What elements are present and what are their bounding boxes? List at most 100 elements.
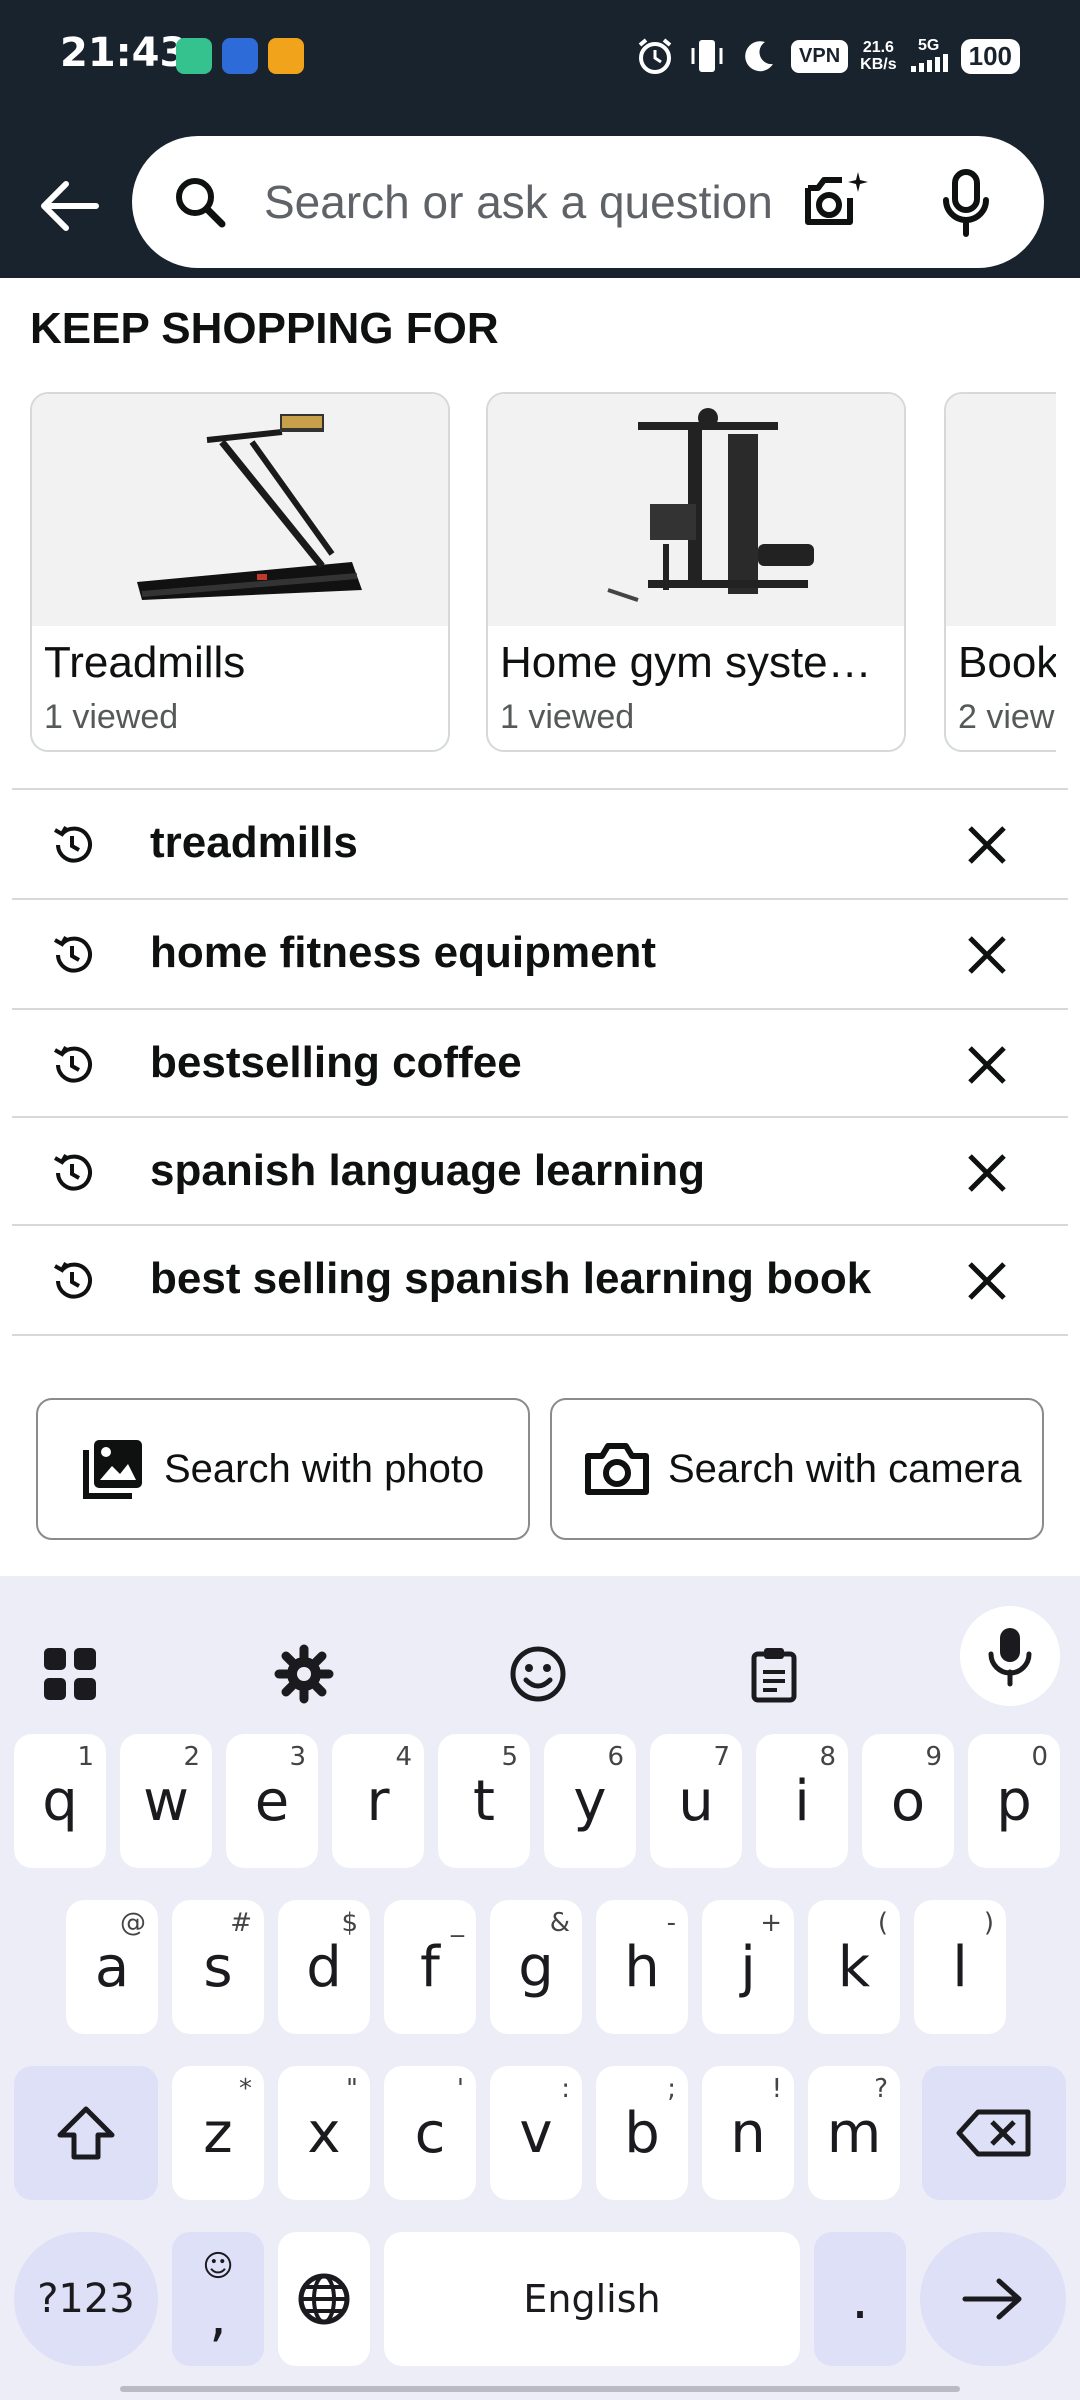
search-with-photo-label: Search with photo xyxy=(164,1446,485,1491)
notification-app-icon xyxy=(222,38,258,74)
key-char: o xyxy=(890,1768,926,1834)
gesture-bar[interactable] xyxy=(120,2386,960,2392)
vpn-badge: VPN xyxy=(791,39,849,73)
search-with-photo-button[interactable]: Search with photo xyxy=(36,1398,530,1540)
key-char: i xyxy=(794,1768,810,1834)
close-x-icon[interactable] xyxy=(962,1148,1012,1198)
key-hint: 0 xyxy=(1031,1742,1048,1772)
key-hint: ; xyxy=(667,2074,676,2104)
history-item[interactable]: spanish language learning xyxy=(12,1116,1068,1226)
key[interactable]: u7 xyxy=(650,1734,742,1868)
key-hint: + xyxy=(760,1908,782,1938)
key[interactable]: l) xyxy=(914,1900,1006,2034)
history-label: home fitness equipment xyxy=(150,928,657,977)
key[interactable]: p0 xyxy=(968,1734,1060,1868)
keep-shopping-card[interactable]: Book 2 view xyxy=(944,392,1056,752)
language-key[interactable] xyxy=(278,2232,370,2366)
key-hint: ( xyxy=(877,1908,888,1938)
comma-key[interactable]: ☺ , xyxy=(172,2232,264,2366)
kb-apps-button[interactable] xyxy=(30,1634,110,1714)
search-bar[interactable] xyxy=(132,136,1044,268)
signal-bars-icon xyxy=(910,53,948,72)
key[interactable]: j + xyxy=(702,1900,794,2034)
camera-sparkle-icon[interactable] xyxy=(800,168,870,234)
shift-key[interactable] xyxy=(14,2066,158,2200)
globe-icon xyxy=(298,2273,350,2325)
key-hint: 1 xyxy=(77,1742,94,1772)
close-x-icon[interactable] xyxy=(962,1040,1012,1090)
key[interactable]: r4 xyxy=(332,1734,424,1868)
history-label: treadmills xyxy=(150,818,358,867)
history-item[interactable]: bestselling coffee xyxy=(12,1008,1068,1118)
backspace-key[interactable] xyxy=(922,2066,1066,2200)
close-x-icon[interactable] xyxy=(962,1256,1012,1306)
card-subtitle: 1 viewed xyxy=(44,698,179,736)
keep-shopping-card[interactable]: Treadmills 1 viewed xyxy=(30,392,450,752)
kb-clipboard-button[interactable] xyxy=(734,1634,814,1714)
battery-indicator: 100 xyxy=(960,38,1020,74)
key[interactable]: a @ xyxy=(66,1900,158,2034)
card-subtitle: 1 viewed xyxy=(500,698,635,736)
keep-shopping-card[interactable]: Home gym syste… 1 viewed xyxy=(486,392,906,752)
key[interactable]: y6 xyxy=(544,1734,636,1868)
key-hint: ) xyxy=(983,1908,994,1938)
key[interactable]: k( xyxy=(808,1900,900,2034)
key[interactable]: g & xyxy=(490,1900,582,2034)
key[interactable]: n! xyxy=(702,2066,794,2200)
key-hint: & xyxy=(549,1908,570,1938)
symbols-key[interactable]: ?123 xyxy=(14,2232,158,2366)
key[interactable]: w2 xyxy=(120,1734,212,1868)
notification-app-icon xyxy=(176,38,212,74)
kb-emoji-button[interactable] xyxy=(498,1634,578,1714)
key-hint: 3 xyxy=(289,1742,306,1772)
close-x-icon[interactable] xyxy=(962,930,1012,980)
key[interactable]: d $ xyxy=(278,1900,370,2034)
kb-settings-button[interactable] xyxy=(264,1634,344,1714)
history-item[interactable]: best selling spanish learning book xyxy=(12,1224,1068,1334)
key[interactable]: e3 xyxy=(226,1734,318,1868)
key[interactable]: x " xyxy=(278,2066,370,2200)
history-item[interactable]: home fitness equipment xyxy=(12,898,1068,1008)
key[interactable]: z * xyxy=(172,2066,264,2200)
clipboard-icon xyxy=(751,1648,797,1703)
key[interactable]: b; xyxy=(596,2066,688,2200)
key[interactable]: m? xyxy=(808,2066,900,2200)
search-with-camera-button[interactable]: Search with camera xyxy=(550,1398,1044,1540)
key[interactable]: h- xyxy=(596,1900,688,2034)
enter-key[interactable] xyxy=(920,2232,1066,2366)
history-clock-icon xyxy=(54,1154,92,1191)
mic-icon[interactable] xyxy=(938,168,994,238)
key-hint: : xyxy=(561,2074,570,2104)
key[interactable]: o9 xyxy=(862,1734,954,1868)
key[interactable]: t5 xyxy=(438,1734,530,1868)
period-key[interactable]: . xyxy=(814,2232,906,2366)
key[interactable]: c ' xyxy=(384,2066,476,2200)
arrow-left-icon xyxy=(41,181,99,231)
net-speed: 21.6 KB/s xyxy=(860,39,896,73)
kb-voice-button[interactable] xyxy=(960,1606,1060,1706)
history-clock-icon xyxy=(54,1262,92,1299)
key[interactable]: v: xyxy=(490,2066,582,2200)
key[interactable]: q1 xyxy=(14,1734,106,1868)
comma-key-label: , xyxy=(209,2284,227,2349)
key[interactable]: i8 xyxy=(756,1734,848,1868)
space-key[interactable]: English xyxy=(384,2232,800,2366)
treadmill-image xyxy=(137,414,362,600)
image-stack-icon xyxy=(83,1440,142,1499)
key-char: c xyxy=(414,2100,446,2166)
key-char: q xyxy=(42,1768,78,1834)
key-char: x xyxy=(307,2100,341,2166)
key-char: l xyxy=(952,1934,968,2000)
key-char: n xyxy=(730,2100,766,2166)
close-x-icon[interactable] xyxy=(962,820,1012,870)
key[interactable]: s # xyxy=(172,1900,264,2034)
backspace-icon xyxy=(956,2109,1031,2157)
back-button[interactable] xyxy=(30,168,106,244)
card-clip: Book 2 view xyxy=(944,392,1056,752)
symbols-key-label: ?123 xyxy=(37,2276,135,2322)
key-char: r xyxy=(366,1768,390,1834)
history-item[interactable]: treadmills xyxy=(12,788,1068,898)
status-indicators: VPN 21.6 KB/s 5G 100 xyxy=(635,34,1020,78)
key-hint: * xyxy=(239,2074,252,2104)
key[interactable]: f _ xyxy=(384,1900,476,2034)
